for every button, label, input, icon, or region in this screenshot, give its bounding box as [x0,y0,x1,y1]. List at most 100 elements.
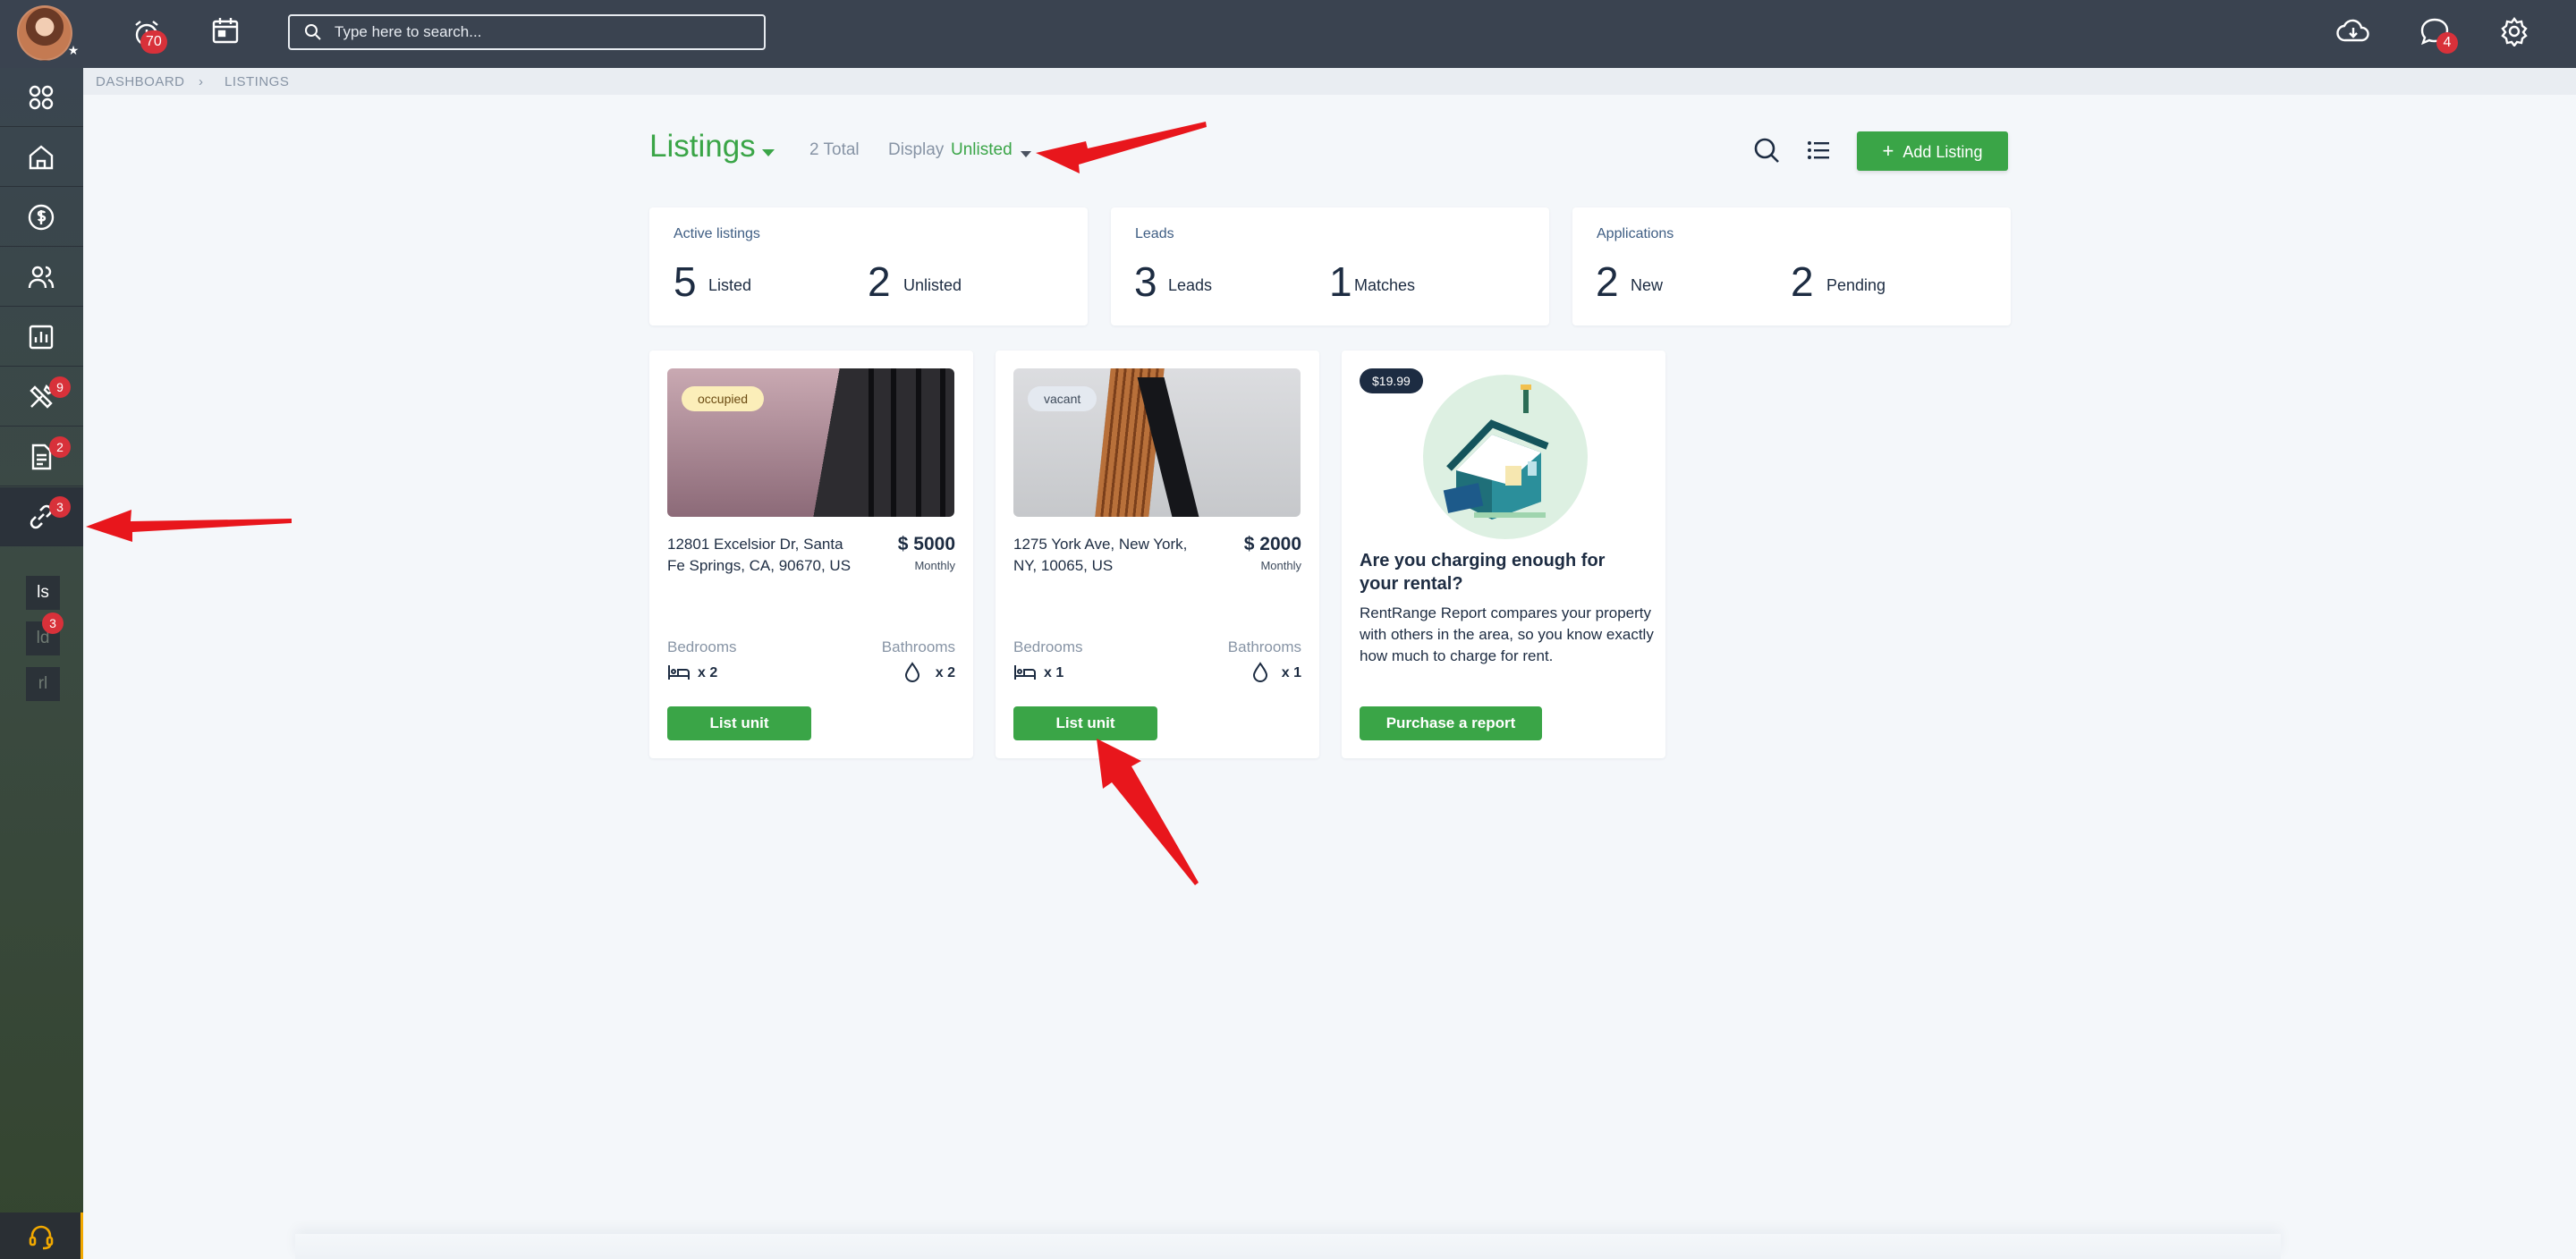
water-drop-icon [903,662,921,688]
promo-price-badge: $19.99 [1360,368,1423,393]
sidebar-item-home[interactable] [0,128,83,187]
search-icon [304,23,322,46]
sidebar-sub-label: ls [37,583,49,602]
footer [295,1234,2281,1259]
breadcrumb: DASHBOARD › LISTINGS [83,68,2576,95]
caret-down-icon[interactable] [762,145,775,161]
stat-number: 2 [868,258,891,305]
apps-icon [29,85,54,110]
calendar-icon[interactable] [211,16,240,45]
support-button[interactable] [0,1213,83,1259]
stat-label: Active listings [674,226,760,241]
listing-address: 12801 Excelsior Dr, Santa Fe Springs, CA… [667,536,852,574]
promo-description: RentRange Report compares your property … [1360,604,1654,664]
stat-label: Applications [1597,226,1674,241]
listing-card: occupied 12801 Excelsior Dr, Santa Fe Sp… [649,351,973,758]
chevron-right-icon: › [199,74,204,89]
bathrooms-count: x 1 [1281,665,1301,680]
listing-price: $ 5000 [897,534,955,554]
list-unit-button[interactable]: List unit [1013,706,1157,740]
sidebar: 9 2 3 ls ld 3 rl [0,68,83,1259]
stat-word[interactable]: Unlisted [903,276,962,295]
pin-icon: ★ [67,43,80,57]
add-listing-label: Add Listing [1902,143,1983,161]
dollar-icon [28,204,55,231]
plus-icon: + [1882,139,1894,162]
home-icon [29,145,54,170]
stat-card-leads: Leads 3 Leads 1 Matches [1111,207,1549,325]
stat-card-applications: Applications 2 New 2 Pending [1572,207,2011,325]
cloud-download-icon[interactable] [2336,16,2370,46]
price-period: Monthly [1260,559,1301,572]
stat-word[interactable]: New [1631,276,1663,295]
global-search[interactable] [288,14,766,50]
bed-icon [1013,663,1037,686]
promo-title: Are you charging enough for your rental? [1360,551,1606,594]
list-unit-button[interactable]: List unit [667,706,811,740]
stat-number: 2 [1791,258,1814,305]
sidebar-sub-item[interactable]: rl [26,667,60,701]
links-badge: 3 [49,496,71,518]
settings-gear-icon[interactable] [2499,16,2529,46]
bathrooms-label: Bathrooms [881,638,955,655]
breadcrumb-listings: LISTINGS [225,74,290,89]
display-label: Display [888,140,945,159]
property-photo[interactable]: vacant [1013,368,1301,517]
add-listing-button[interactable]: + Add Listing [1857,131,2008,171]
status-badge: occupied [682,386,765,411]
stat-word[interactable]: Listed [708,276,751,295]
sidebar-item-apps[interactable] [0,68,83,127]
sidebar-item-links[interactable]: 3 [0,487,83,546]
stat-number: 5 [674,258,697,305]
people-icon [28,266,55,289]
stat-word[interactable]: Matches [1354,276,1415,295]
stat-number: 2 [1596,258,1619,305]
user-avatar[interactable] [17,5,72,61]
sidebar-sub-item[interactable]: ld 3 [26,613,64,655]
chat-icon[interactable]: 4 [2419,16,2458,54]
bedrooms-count: x 2 [698,665,718,680]
maintenance-badge: 9 [49,376,71,398]
sub-item-badge: 3 [42,613,64,634]
listing-price: $ 2000 [1243,534,1301,554]
sidebar-sub-item[interactable]: ls [26,576,60,610]
listing-address: 1275 York Ave, New York, NY, 10065, US [1013,536,1188,574]
caret-down-icon[interactable] [1021,146,1031,162]
stat-word[interactable]: Leads [1168,276,1212,295]
bedrooms-label: Bedrooms [1013,638,1083,655]
headset-icon [29,1225,54,1250]
purchase-report-button[interactable]: Purchase a report [1360,706,1542,740]
listing-card: vacant 1275 York Ave, New York, NY, 1006… [996,351,1319,758]
bathrooms-label: Bathrooms [1227,638,1301,655]
stat-card-active-listings: Active listings 5 Listed 2 Unlisted [649,207,1088,325]
bathrooms-count: x 2 [935,665,955,680]
house-illustration [1420,372,1590,546]
sidebar-item-reports[interactable] [0,308,83,367]
list-view-icon[interactable] [1807,139,1830,166]
bedrooms-label: Bedrooms [667,638,737,655]
sidebar-item-maintenance[interactable]: 9 [0,368,83,427]
property-photo[interactable]: occupied [667,368,954,517]
top-bar: ★ 70 4 [0,0,2576,68]
messages-badge: 4 [2436,32,2458,54]
sidebar-item-documents[interactable]: 2 [0,427,83,486]
chart-icon [29,325,54,350]
bedrooms-count: x 1 [1044,665,1064,680]
search-input[interactable] [335,20,755,45]
bed-icon [667,663,691,686]
status-badge: vacant [1028,386,1097,411]
display-filter-dropdown[interactable]: Unlisted [951,140,1013,160]
total-count: 2 Total [809,140,860,159]
stat-label: Leads [1135,226,1174,241]
sidebar-item-people[interactable] [0,248,83,307]
alarm-icon[interactable]: 70 [131,18,167,54]
sidebar-sub-label: rl [38,674,48,693]
page-title[interactable]: Listings [649,129,756,165]
search-icon[interactable] [1753,137,1780,168]
water-drop-icon [1251,662,1269,688]
stat-number: 1 [1329,258,1352,305]
stat-word[interactable]: Pending [1826,276,1885,295]
sidebar-item-payments[interactable] [0,188,83,247]
stat-number: 3 [1134,258,1157,305]
breadcrumb-dashboard[interactable]: DASHBOARD [96,74,185,89]
